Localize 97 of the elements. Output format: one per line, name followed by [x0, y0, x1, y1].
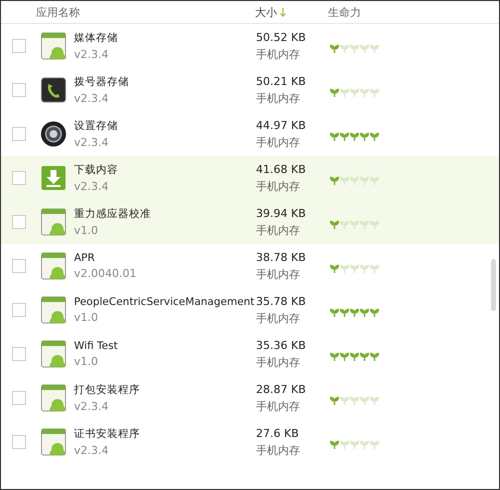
column-header[interactable]: 生命力 — [328, 4, 361, 20]
app-size: 27.6 KB — [256, 426, 300, 440]
checkbox[interactable] — [12, 83, 26, 97]
storage-location: 手机内存 — [256, 442, 301, 458]
sprout-icon — [350, 352, 359, 360]
storage-location: 手机内存 — [256, 354, 301, 370]
app-size: 39.94 KB — [256, 206, 307, 220]
storage-location: 手机内存 — [256, 222, 301, 238]
checkbox[interactable] — [12, 303, 26, 317]
app-size: 44.97 KB — [256, 118, 307, 132]
sprout-icon — [370, 308, 379, 316]
checkbox[interactable] — [12, 259, 26, 273]
app-row[interactable]: 证书安装程序 v2.3.4 27.6 KB 手机内存 — [1, 420, 499, 464]
android-app-icon — [40, 428, 67, 456]
app-size: 50.52 KB — [256, 30, 307, 44]
app-row[interactable]: 拨号器存储 v2.3.4 50.21 KB 手机内存 — [1, 68, 499, 112]
storage-location: 手机内存 — [256, 90, 301, 106]
app-row[interactable]: 重力感应器校准 v1.0 39.94 KB 手机内存 — [1, 200, 499, 244]
app-size: 35.36 KB — [256, 338, 307, 352]
app-version: v1.0 — [74, 224, 100, 237]
android-app-icon — [40, 252, 67, 280]
sprout-icon — [330, 220, 339, 228]
app-row[interactable]: APR v2.0040.01 38.78 KB 手机内存 — [1, 244, 499, 288]
download-icon — [40, 164, 67, 192]
sprout-icon — [340, 352, 349, 360]
checkbox[interactable] — [12, 39, 26, 53]
phone-icon — [40, 76, 67, 104]
storage-location: 手机内存 — [256, 398, 301, 414]
android-app-icon — [40, 384, 67, 412]
android-app-icon — [40, 296, 67, 324]
app-name: 设置存储 — [74, 119, 119, 133]
sprout-icon — [360, 308, 369, 316]
sprout-icon — [340, 308, 349, 316]
app-name: 重力感应器校准 — [74, 207, 152, 221]
app-version: v2.3.4 — [74, 136, 110, 149]
checkbox[interactable] — [12, 171, 26, 185]
android-app-icon — [40, 208, 67, 236]
checkbox[interactable] — [12, 127, 26, 141]
app-name: 打包安装程序 — [74, 383, 141, 397]
dial-icon — [40, 120, 67, 148]
storage-location: 手机内存 — [256, 46, 301, 62]
sprout-icon — [350, 308, 359, 316]
app-size: 38.78 KB — [256, 250, 307, 264]
column-header[interactable]: 大小 — [255, 4, 277, 20]
sprout-icon — [330, 132, 339, 140]
sprout-icon — [330, 44, 339, 52]
app-version: v2.0040.01 — [74, 267, 138, 280]
storage-location: 手机内存 — [256, 266, 301, 282]
checkbox[interactable] — [12, 391, 26, 405]
app-version: v2.3.4 — [74, 180, 110, 193]
app-name: APR — [74, 252, 96, 264]
sprout-icon — [330, 88, 339, 96]
sprout-icon — [340, 132, 349, 140]
app-name: Wifi Test — [74, 340, 119, 352]
sprout-icon — [360, 352, 369, 360]
app-version: v1.0 — [74, 355, 100, 368]
column-header[interactable]: 应用名称 — [36, 4, 80, 20]
app-row[interactable]: Wifi Test v1.0 35.36 KB 手机内存 — [1, 332, 499, 376]
app-name: 媒体存储 — [74, 31, 119, 45]
app-version: v2.3.4 — [74, 92, 110, 105]
sprout-icon — [370, 352, 379, 360]
app-name: 证书安装程序 — [74, 427, 141, 441]
sprout-icon — [330, 264, 339, 272]
app-row[interactable]: PeopleCentricServiceManagement v1.0 35.78 KB 手机内存 — [1, 288, 499, 332]
storage-location: 手机内存 — [256, 310, 301, 326]
checkbox[interactable] — [12, 435, 26, 449]
app-row[interactable]: 下载内容 v2.3.4 41.68 KB 手机内存 — [1, 156, 499, 200]
app-name: 拨号器存储 — [74, 75, 130, 89]
sprout-icon — [330, 396, 339, 404]
app-row[interactable]: 设置存储 v2.3.4 44.97 KB 手机内存 — [1, 112, 499, 156]
sprout-icon — [360, 132, 369, 140]
app-version: v2.3.4 — [74, 48, 110, 61]
checkbox[interactable] — [12, 215, 26, 229]
sprout-icon — [350, 132, 359, 140]
app-version: v1.0 — [74, 311, 100, 324]
checkbox[interactable] — [12, 347, 26, 361]
app-row[interactable]: 打包安装程序 v2.3.4 28.87 KB 手机内存 — [1, 376, 499, 420]
app-name: PeopleCentricServiceManagement — [74, 296, 256, 308]
sprout-icon — [330, 176, 339, 184]
android-app-icon — [40, 340, 67, 368]
scrollbar-thumb[interactable] — [491, 259, 496, 311]
android-app-icon — [40, 32, 67, 60]
app-row[interactable]: 媒体存储 v2.3.4 50.52 KB 手机内存 — [1, 24, 499, 68]
storage-location: 手机内存 — [256, 134, 301, 150]
app-name: 下载内容 — [74, 163, 119, 177]
app-size: 50.21 KB — [256, 74, 307, 88]
sprout-icon — [370, 132, 379, 140]
storage-location: 手机内存 — [256, 178, 301, 194]
sprout-icon — [330, 308, 339, 316]
sprout-icon — [330, 440, 339, 448]
sort-arrow-icon — [280, 8, 286, 16]
app-version: v2.3.4 — [74, 444, 110, 457]
app-size: 28.87 KB — [256, 382, 307, 396]
sprout-icon — [330, 352, 339, 360]
app-size: 41.68 KB — [256, 162, 307, 176]
app-size: 35.78 KB — [256, 294, 307, 308]
app-version: v2.3.4 — [74, 400, 110, 413]
